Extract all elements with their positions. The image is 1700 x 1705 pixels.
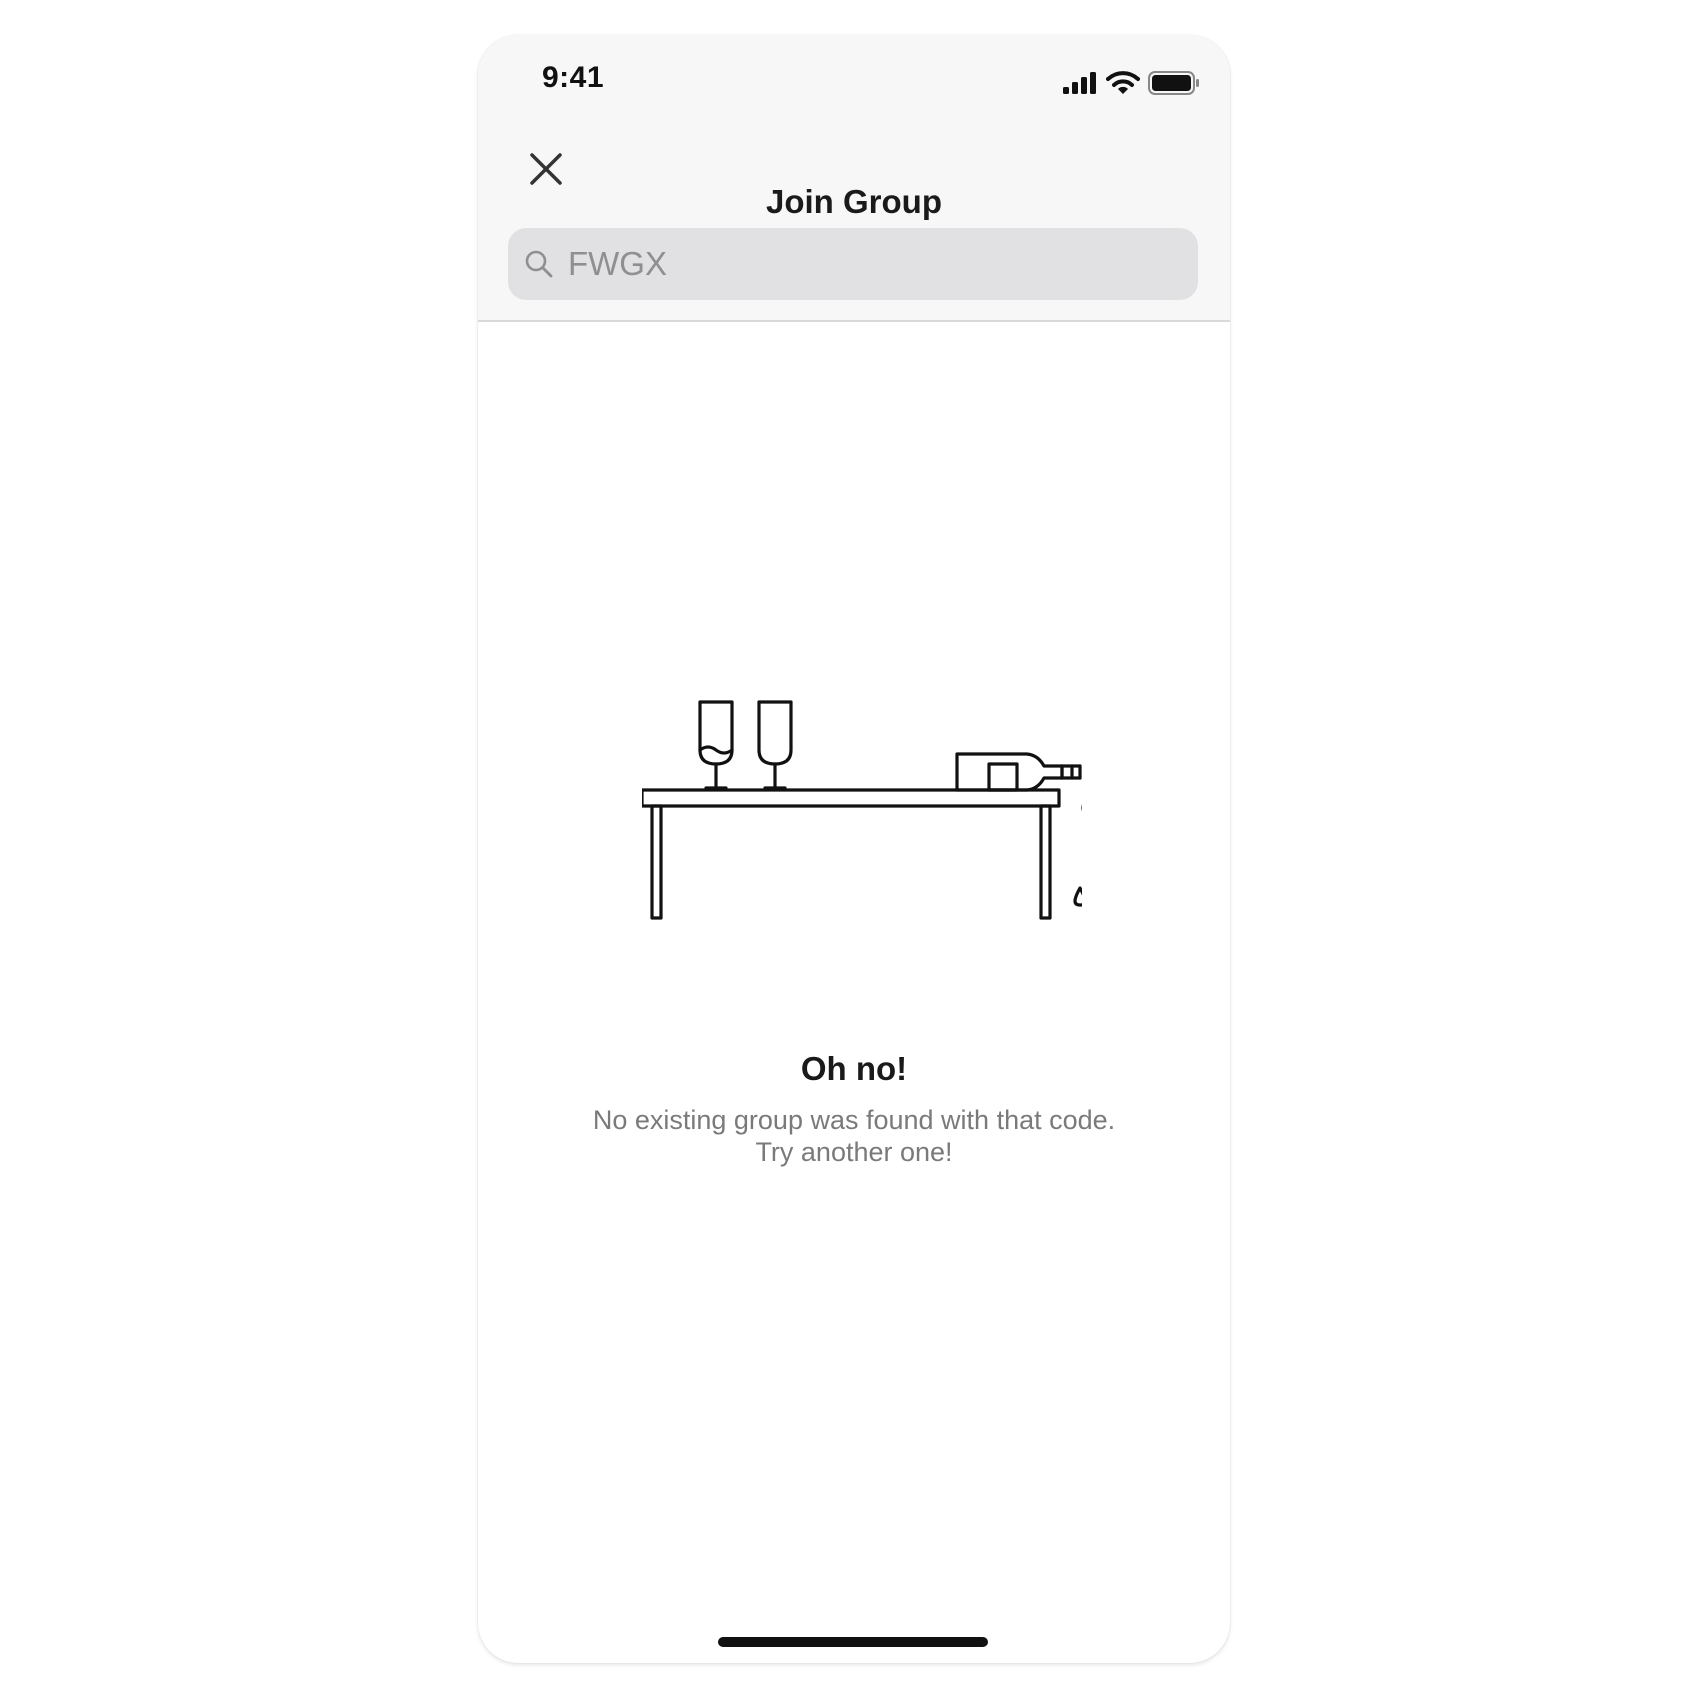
empty-state-message-line1: No existing group was found with that co… (592, 1105, 1116, 1135)
search-bar[interactable] (508, 228, 1198, 300)
empty-state-message: No existing group was found with that co… (478, 1104, 1230, 1168)
signal-icon (1063, 72, 1096, 94)
empty-state-title: Oh no! (800, 1050, 908, 1087)
page-title: Join Group (766, 183, 942, 220)
status-time: 9:41 (542, 61, 605, 94)
search-icon (525, 250, 553, 278)
home-indicator[interactable] (718, 1637, 988, 1647)
table-with-spilled-bottle-illustration (642, 700, 1082, 920)
phone-screen: 9:41 Join Group FWGX Oh no! No existing … (478, 35, 1230, 1663)
wifi-icon (1106, 71, 1140, 94)
battery-icon (1148, 71, 1199, 95)
header: 9:41 Join Group FWGX (478, 35, 1230, 322)
empty-state-message-line2: Try another one! (755, 1137, 953, 1167)
search-input[interactable] (568, 245, 1168, 283)
status-icons (1062, 69, 1200, 97)
